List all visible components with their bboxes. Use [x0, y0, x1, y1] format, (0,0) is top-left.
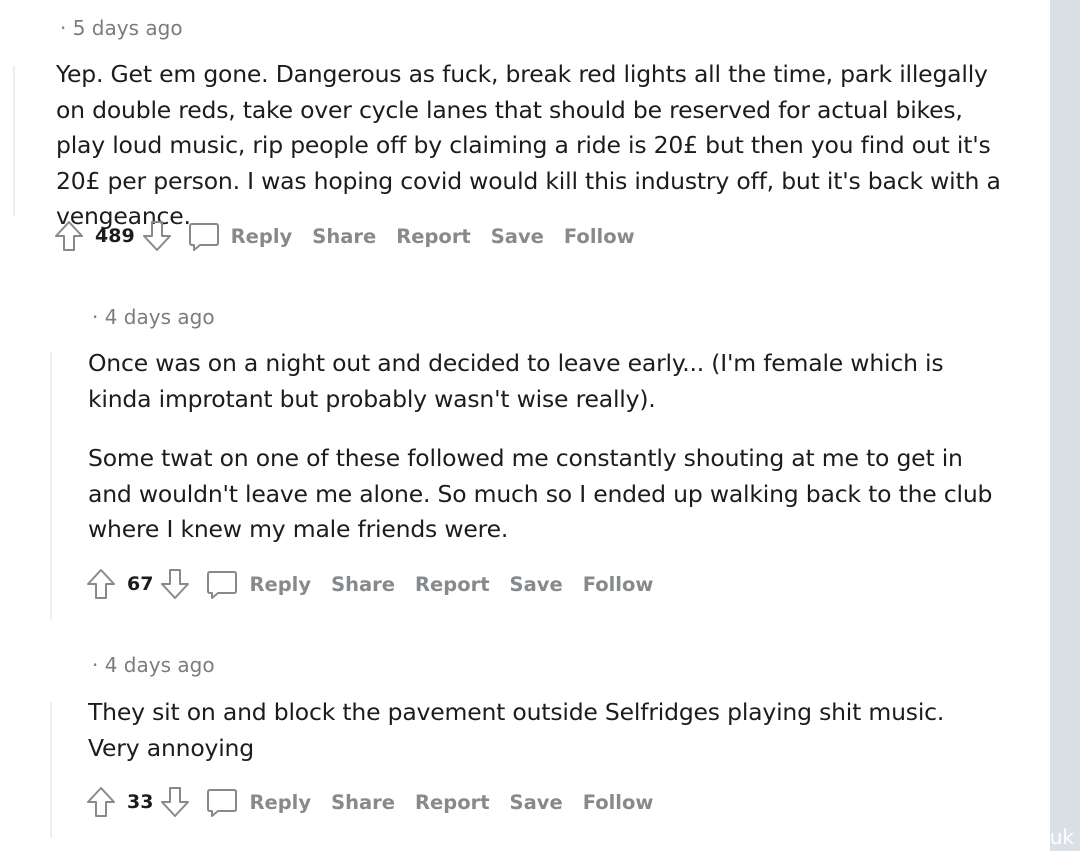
speech-bubble-icon[interactable]	[187, 219, 221, 253]
report-button[interactable]: Report	[396, 225, 471, 248]
save-button[interactable]: Save	[510, 573, 563, 596]
arrow-up-icon[interactable]	[85, 785, 117, 819]
share-button[interactable]: Share	[312, 225, 376, 248]
watermark: uk	[1049, 825, 1074, 849]
comment-paragraph: Some twat on one of these followed me co…	[88, 444, 993, 543]
comment-paragraph: They sit on and block the pavement outsi…	[88, 698, 945, 762]
report-button[interactable]: Report	[415, 791, 490, 814]
comment-timestamp[interactable]: · 4 days ago	[92, 305, 215, 329]
save-button[interactable]: Save	[510, 791, 563, 814]
speech-bubble-icon[interactable]	[205, 567, 239, 601]
comment-body: Yep. Get em gone. Dangerous as fuck, bre…	[56, 57, 1016, 235]
comment-actions: 67 Reply Share Report Save Follow	[85, 566, 653, 602]
thread-line[interactable]	[50, 702, 52, 838]
share-button[interactable]: Share	[331, 573, 395, 596]
vote-score: 33	[127, 791, 154, 813]
comment-timestamp[interactable]: · 4 days ago	[92, 653, 215, 677]
speech-bubble-icon[interactable]	[205, 785, 239, 819]
arrow-down-icon[interactable]	[141, 219, 173, 253]
thread-line[interactable]	[50, 352, 52, 620]
comment-body: Once was on a night out and decided to l…	[88, 346, 1008, 548]
vote-score: 67	[127, 573, 154, 595]
arrow-up-icon[interactable]	[53, 219, 85, 253]
comment-paragraph: Yep. Get em gone. Dangerous as fuck, bre…	[56, 60, 1001, 230]
comment-timestamp[interactable]: · 5 days ago	[60, 16, 183, 40]
arrow-down-icon[interactable]	[159, 567, 191, 601]
thread-line[interactable]	[13, 66, 15, 216]
follow-button[interactable]: Follow	[583, 573, 654, 596]
arrow-down-icon[interactable]	[159, 785, 191, 819]
comment-paragraph: Once was on a night out and decided to l…	[88, 349, 944, 413]
follow-button[interactable]: Follow	[564, 225, 635, 248]
comment-body: They sit on and block the pavement outsi…	[88, 695, 988, 766]
follow-button[interactable]: Follow	[583, 791, 654, 814]
save-button[interactable]: Save	[491, 225, 544, 248]
reply-button[interactable]: Reply	[249, 573, 311, 596]
arrow-up-icon[interactable]	[85, 567, 117, 601]
page-background-gutter	[1050, 0, 1080, 851]
comment-actions: 33 Reply Share Report Save Follow	[85, 784, 653, 820]
comment-actions: 489 Reply Share Report Save Follow	[53, 218, 635, 254]
vote-score: 489	[95, 225, 135, 247]
share-button[interactable]: Share	[331, 791, 395, 814]
reply-button[interactable]: Reply	[249, 791, 311, 814]
reply-button[interactable]: Reply	[231, 225, 293, 248]
report-button[interactable]: Report	[415, 573, 490, 596]
